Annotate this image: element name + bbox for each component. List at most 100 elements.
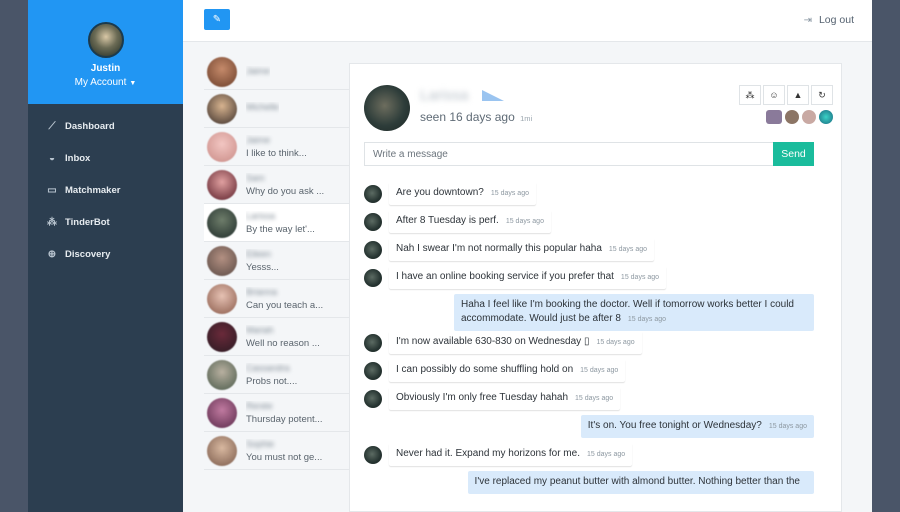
avatar (207, 57, 237, 87)
message-composer: Send (364, 142, 814, 166)
app-window: Justin My Account ▼ ⟋ Dashboard ◒ Inbox ▭ Ma… (28, 0, 872, 512)
sidebar-item-dashboard[interactable]: ⟋ Dashboard (28, 110, 183, 142)
report-button[interactable]: ▲ (787, 85, 809, 105)
compose-button[interactable]: ✎ (204, 9, 230, 30)
message-timestamp: 15 days ago (768, 423, 807, 430)
conversation-preview: Why do you ask ... (246, 185, 325, 197)
conversation-name: Sophie (246, 438, 275, 449)
smiley-action-button[interactable]: ☺ (763, 85, 785, 105)
chat-actions: ⁂ ☺ ▲ ↻ (739, 85, 833, 105)
top-bar: ✎ ⇥ Log out (183, 0, 872, 42)
avatar (207, 207, 237, 238)
avatar (207, 283, 237, 314)
avatar (207, 435, 237, 466)
distance: 1mi (520, 114, 533, 123)
sidebar-item-label: Matchmaker (65, 184, 121, 196)
message-bubble: It's on. You free tonight or Wednesday? 1… (580, 415, 814, 438)
avatar (364, 334, 382, 352)
sidebar-item-inbox[interactable]: ◒ Inbox (28, 142, 183, 174)
sidebar-item-tinderbot[interactable]: ⁂ TinderBot (28, 206, 183, 238)
message-text: Never had it. Expand my horizons for me. (396, 448, 580, 459)
sidebar-item-discovery[interactable]: ⊕ Discovery (28, 238, 183, 270)
conversation-text: Eileen Yesss... (246, 249, 279, 273)
my-account-dropdown[interactable]: My Account ▼ (75, 77, 137, 88)
conversation-item[interactable]: Renée Thursday potent... (204, 394, 349, 432)
conversation-name: Sam (246, 172, 265, 183)
photo-thumbnail[interactable] (819, 110, 833, 124)
send-button[interactable]: Send (773, 142, 814, 166)
seen-status: seen 16 days ago 1mi (420, 110, 532, 124)
sidebar: Justin My Account ▼ ⟋ Dashboard ◒ Inbox ▭ Ma… (28, 0, 183, 512)
conversation-item[interactable]: Jaime (204, 55, 349, 90)
match-name[interactable]: Larissa (420, 87, 468, 104)
photo-thumbnail[interactable] (766, 110, 782, 124)
conversation-preview: Yesss... (246, 261, 279, 273)
conversation-item[interactable]: Michelle (204, 90, 349, 128)
message-timestamp: 15 days ago (580, 367, 619, 374)
avatar (364, 390, 382, 408)
incoming-message: I'm now available 630-830 on Wednesday ▯… (364, 331, 814, 359)
avatar[interactable] (87, 22, 124, 58)
conversation-text: Brianna Can you teach a... (246, 287, 323, 311)
conversation-item[interactable]: Cassandra Probs not.... (204, 356, 349, 394)
user-name: Justin (90, 63, 121, 74)
avatar (364, 269, 382, 287)
conversation-list: Jaime Michelle Jaime I like to think... Sam W… (204, 55, 349, 512)
refresh-button[interactable]: ↻ (811, 85, 833, 105)
conversation-text: Jaime I like to think... (246, 135, 307, 159)
conversation-preview: Probs not.... (246, 375, 298, 387)
message-input[interactable] (364, 142, 773, 166)
my-account-label: My Account (74, 77, 127, 88)
cubes-action-button[interactable]: ⁂ (739, 85, 761, 105)
photo-thumbnail[interactable] (802, 110, 816, 124)
outgoing-message: It's on. You free tonight or Wednesday? 1… (364, 415, 814, 443)
conversation-text: Renée Thursday potent... (246, 401, 323, 425)
conversation-item[interactable]: Larissa By the way let'... (204, 204, 349, 242)
conversation-text: Sam Why do you ask ... (246, 173, 324, 197)
avatar (364, 85, 410, 131)
seen-text: seen 16 days ago (420, 110, 515, 124)
message-bubble: Obviously I'm only free Tuesday hahah 15 … (389, 387, 621, 410)
conversation-name: Jaime (246, 65, 271, 76)
photo-thumbnail[interactable] (785, 110, 799, 124)
sidebar-item-matchmaker[interactable]: ▭ Matchmaker (28, 174, 183, 206)
conversation-item[interactable]: Sam Why do you ask ... (204, 166, 349, 204)
message-text: After 8 Tuesday is perf. (396, 215, 499, 226)
match-photo[interactable] (364, 85, 410, 131)
conversation-item[interactable]: Sophie You must not ge... (204, 432, 349, 470)
avatar (364, 213, 382, 231)
cubes-icon: ⁂ (745, 89, 755, 100)
message-bubble: I have an online booking service if you … (389, 266, 667, 289)
message-thread: Are you downtown? 15 days ago After 8 Tues… (364, 182, 814, 499)
message-bubble: Haha I feel like I'm booking the doctor.… (454, 294, 814, 331)
conversation-item[interactable]: Brianna Can you teach a... (204, 280, 349, 318)
avatar (207, 245, 237, 276)
avatar (364, 241, 382, 259)
avatar (207, 397, 237, 428)
incoming-message: Are you downtown? 15 days ago (364, 182, 814, 210)
conversation-item[interactable]: Mariah Well no reason ... (204, 318, 349, 356)
message-timestamp: 15 days ago (596, 339, 635, 346)
incoming-message: Never had it. Expand my horizons for me.… (364, 443, 814, 471)
conversation-text: Cassandra Probs not.... (246, 363, 297, 387)
conversation-name: Eileen (246, 248, 272, 259)
message-text: I have an online booking service if you … (396, 271, 614, 282)
message-text: Nah I swear I'm not normally this popula… (396, 243, 602, 254)
warning-icon: ▲ (793, 90, 803, 100)
conversation-item[interactable]: Eileen Yesss... (204, 242, 349, 280)
conversation-preview: Well no reason ... (246, 337, 320, 349)
sidebar-item-label: TinderBot (65, 216, 110, 228)
message-bubble: Are you downtown? 15 days ago (389, 182, 536, 205)
conversation-item[interactable]: Jaime I like to think... (204, 128, 349, 166)
avatar (364, 362, 382, 380)
conversation-text: Mariah Well no reason ... (246, 325, 320, 349)
conversation-name: Brianna (246, 286, 278, 297)
conversation-text: Larissa By the way let'... (246, 211, 315, 235)
conversation-name: Jaime (246, 134, 271, 145)
incoming-message: Obviously I'm only free Tuesday hahah 15 … (364, 387, 814, 415)
message-timestamp: 15 days ago (627, 316, 667, 323)
conversation-name: Michelle (246, 102, 280, 112)
conversation-preview: You must not ge... (246, 451, 323, 463)
chat-panel: Larissa seen 16 days ago 1mi ⁂ ☺ ▲ ↻ Sen… (349, 63, 842, 512)
logout-link[interactable]: ⇥ Log out (804, 14, 854, 26)
